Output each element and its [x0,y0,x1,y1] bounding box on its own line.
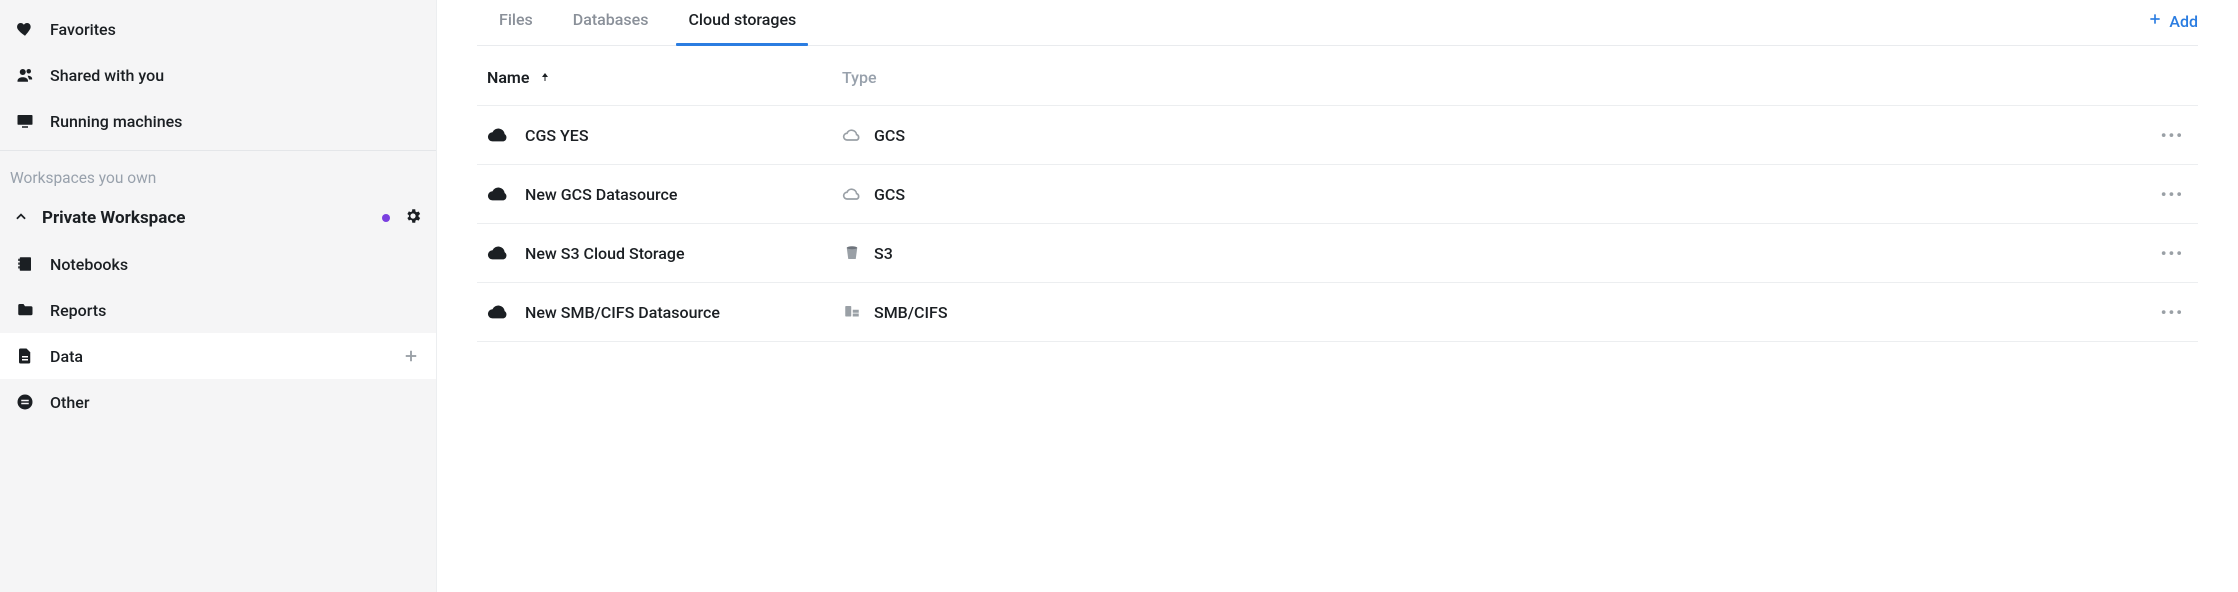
cloud-solid-icon [487,183,509,205]
plus-icon[interactable] [400,345,422,367]
divider [0,150,436,151]
server-icon [842,303,862,321]
sidebar-item-running[interactable]: Running machines [0,98,436,144]
tabs-row: Files Databases Cloud storages Add [477,0,2198,46]
cell-type: GCS [842,184,905,204]
column-header-type[interactable]: Type [842,68,877,87]
row-name-label: New S3 Cloud Storage [525,244,685,263]
sidebar-item-label: Notebooks [50,255,128,274]
cell-type: SMB/CIFS [842,303,948,322]
sidebar-item-label: Data [50,347,83,366]
workspaces-section-label: Workspaces you own [0,159,436,195]
sort-asc-icon [539,68,551,87]
dots-horizontal-icon: ••• [2161,185,2184,204]
tab-files[interactable]: Files [497,0,535,45]
chevron-up-icon [14,209,28,228]
row-type-label: SMB/CIFS [874,303,948,322]
sidebar-item-label: Other [50,393,89,412]
dots-horizontal-icon: ••• [2161,303,2184,322]
tab-databases[interactable]: Databases [571,0,651,45]
add-label: Add [2169,12,2198,31]
notebook-icon [14,255,36,273]
dots-horizontal-icon: ••• [2161,244,2184,263]
cell-type: GCS [842,125,905,145]
sidebar-item-shared[interactable]: Shared with you [0,52,436,98]
cell-name: New GCS Datasource [487,183,842,205]
sidebar-item-label: Favorites [50,20,116,39]
bucket-icon [842,244,862,262]
sidebar: Favorites Shared with you Running machin… [0,0,437,592]
cloud-solid-icon [487,242,509,264]
cell-name: New SMB/CIFS Datasource [487,301,842,323]
people-icon [14,66,36,84]
cloud-outline-icon [842,125,862,145]
sidebar-item-data[interactable]: Data [0,333,436,379]
table-row[interactable]: New GCS Datasource GCS ••• [477,165,2198,224]
status-dot-icon [382,214,390,222]
row-actions-button[interactable]: ••• [2161,126,2188,145]
file-icon [14,347,36,365]
sidebar-item-favorites[interactable]: Favorites [0,6,436,52]
cell-type: S3 [842,244,893,263]
table-row[interactable]: New S3 Cloud Storage S3 ••• [477,224,2198,283]
monitor-icon [14,112,36,130]
heart-icon [14,20,36,38]
workspace-header[interactable]: Private Workspace [0,195,436,241]
folder-icon [14,301,36,319]
table-header: Name Type [477,46,2198,106]
dots-horizontal-icon: ••• [2161,126,2184,145]
sidebar-item-reports[interactable]: Reports [0,287,436,333]
cloud-solid-icon [487,124,509,146]
sidebar-item-notebooks[interactable]: Notebooks [0,241,436,287]
row-type-label: GCS [874,185,905,204]
row-actions-button[interactable]: ••• [2161,244,2188,263]
cloud-outline-icon [842,184,862,204]
plus-icon [2147,11,2163,31]
cell-name: CGS YES [487,124,842,146]
column-header-name[interactable]: Name [487,68,842,87]
cell-name: New S3 Cloud Storage [487,242,842,264]
main-content: Files Databases Cloud storages Add Name … [437,0,2238,592]
row-name-label: CGS YES [525,126,589,145]
row-actions-button[interactable]: ••• [2161,303,2188,322]
cloud-storages-table: Name Type CGS YES GCS ••• [477,46,2198,342]
sidebar-item-other[interactable]: Other [0,379,436,425]
table-row[interactable]: New SMB/CIFS Datasource SMB/CIFS ••• [477,283,2198,342]
tab-cloud-storages[interactable]: Cloud storages [686,0,798,45]
column-header-name-label: Name [487,68,529,87]
row-name-label: New SMB/CIFS Datasource [525,303,720,322]
row-type-label: GCS [874,126,905,145]
table-row[interactable]: CGS YES GCS ••• [477,106,2198,165]
gear-icon[interactable] [404,207,422,229]
row-actions-button[interactable]: ••• [2161,185,2188,204]
sidebar-item-label: Shared with you [50,66,164,85]
workspace-title: Private Workspace [42,208,185,228]
row-type-label: S3 [874,244,893,263]
cloud-solid-icon [487,301,509,323]
sidebar-item-label: Running machines [50,112,182,131]
circle-lines-icon [14,393,36,411]
add-button[interactable]: Add [2147,11,2198,45]
row-name-label: New GCS Datasource [525,185,677,204]
sidebar-item-label: Reports [50,301,106,320]
tabs: Files Databases Cloud storages [477,0,798,45]
